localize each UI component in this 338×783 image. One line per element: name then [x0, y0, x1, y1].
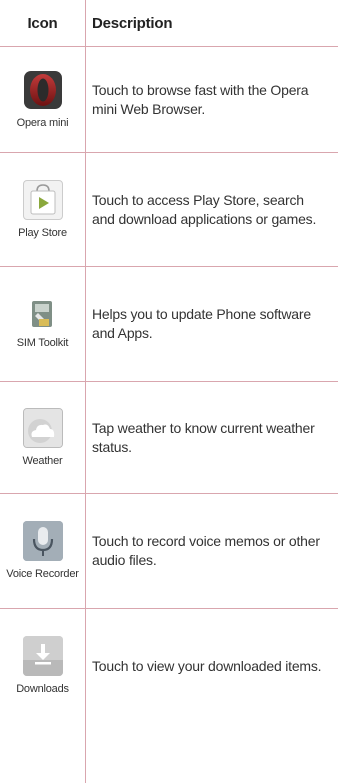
opera-mini-icon: [23, 70, 63, 110]
description-cell: Touch to record voice memos or other aud…: [92, 494, 330, 608]
icon-cell: Opera mini: [0, 47, 85, 152]
description-cell: Helps you to update Phone software and A…: [92, 267, 330, 381]
description-text: Touch to view your downloaded items.: [92, 657, 322, 674]
table-row: Voice Recorder Touch to record voice mem…: [0, 494, 338, 608]
description-text: Tap weather to know current weather stat…: [92, 419, 315, 455]
icon-cell: Play Store: [0, 153, 85, 266]
description-column-header: Description: [92, 14, 173, 32]
icon-cell: Voice Recorder: [0, 494, 85, 608]
icon-label: Weather: [22, 454, 63, 467]
description-text: Touch to access Play Store, search and d…: [92, 191, 317, 227]
icon-cell: Weather: [0, 382, 85, 493]
description-cell: Touch to browse fast with the Opera mini…: [92, 47, 330, 152]
table-row: Weather Tap weather to know current weat…: [0, 382, 338, 493]
icon-cell: Downloads: [0, 609, 85, 723]
description-cell: Tap weather to know current weather stat…: [92, 382, 330, 493]
description-cell: Touch to access Play Store, search and d…: [92, 153, 330, 266]
table-row: SIM Toolkit Helps you to update Phone so…: [0, 267, 338, 381]
description-text: Touch to browse fast with the Opera mini…: [92, 81, 309, 117]
weather-icon: [22, 407, 63, 448]
downloads-icon: [22, 636, 63, 676]
sim-toolkit-icon: [30, 298, 56, 330]
play-store-icon: [22, 179, 63, 220]
icon-label: SIM Toolkit: [16, 337, 69, 349]
icon-label: Opera mini: [16, 116, 69, 129]
icon-cell: SIM Toolkit: [0, 267, 85, 381]
icon-label: Voice Recorder: [6, 568, 79, 580]
icon-label: Play Store: [18, 226, 67, 239]
description-cell: Touch to view your downloaded items.: [92, 609, 330, 723]
voice-recorder-icon: [22, 521, 63, 561]
icon-column-header: Icon: [27, 14, 58, 32]
description-text: Helps you to update Phone software and A…: [92, 306, 311, 341]
icon-label: Downloads: [16, 683, 69, 695]
table-row: Play Store Touch to access Play Store, s…: [0, 153, 338, 266]
app-description-table: Icon Description Opera mini Touch to bro…: [0, 0, 338, 783]
table-row: Downloads Touch to view your downloaded …: [0, 609, 338, 723]
table-row: Opera mini Touch to browse fast with the…: [0, 47, 338, 152]
description-text: Touch to record voice memos or other aud…: [92, 533, 320, 568]
